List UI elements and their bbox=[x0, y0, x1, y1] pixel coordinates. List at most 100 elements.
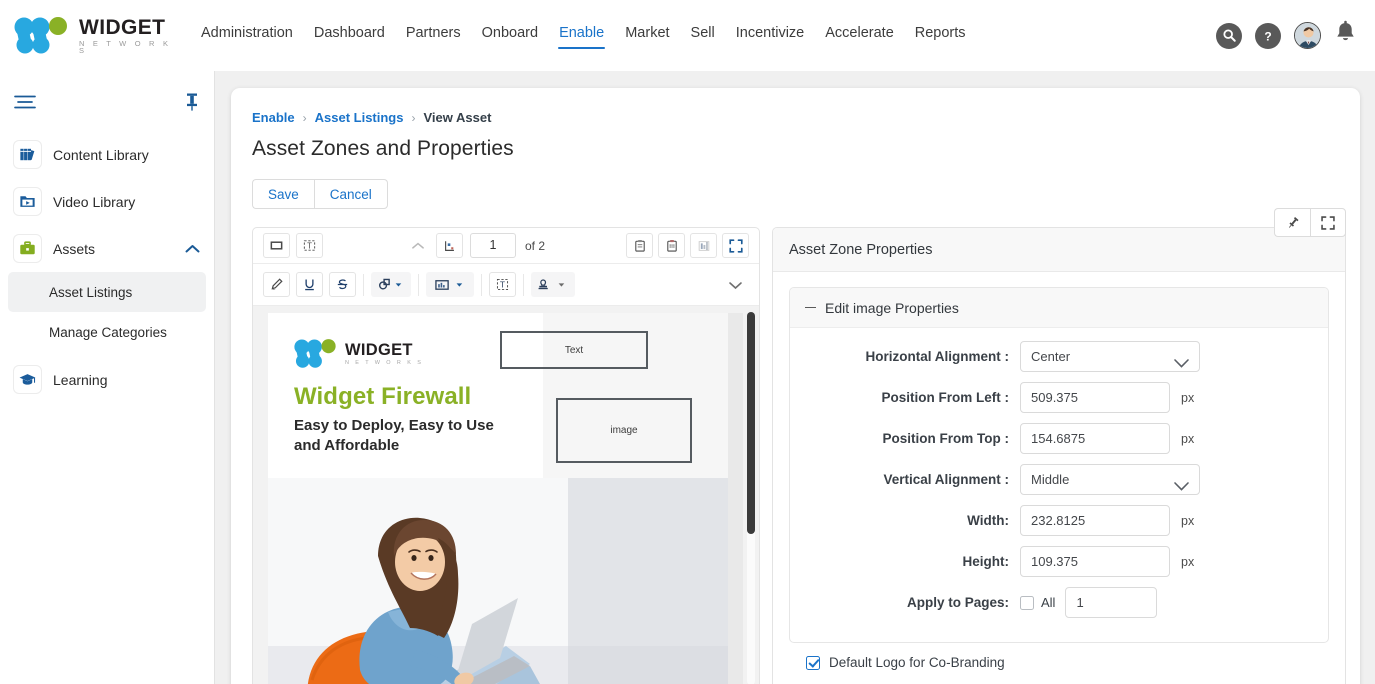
page-total-label: of 2 bbox=[525, 238, 546, 253]
cancel-button[interactable]: Cancel bbox=[313, 179, 388, 209]
sidebar-item-content-library[interactable]: Content Library bbox=[0, 131, 214, 178]
document-subheadline: Easy to Deploy, Easy to Use and Affordab… bbox=[294, 417, 494, 454]
widget-logo-icon bbox=[14, 16, 70, 55]
save-button[interactable]: Save bbox=[252, 179, 314, 209]
apply-all-label: All bbox=[1041, 595, 1056, 610]
nav-item-dashboard[interactable]: Dashboard bbox=[313, 22, 386, 49]
content-card: Enable › Asset Listings › View Asset Ass… bbox=[231, 88, 1360, 684]
briefcase-icon bbox=[14, 235, 41, 262]
unit-label: px bbox=[1181, 390, 1195, 405]
page-body: Content Library Video Library Assets Ass… bbox=[0, 71, 1375, 684]
sidebar-item-learning[interactable]: Learning bbox=[0, 356, 214, 403]
breadcrumb-separator-icon: › bbox=[302, 110, 307, 125]
field-width: Width: 232.8125 px bbox=[790, 505, 1310, 536]
text-zone-icon[interactable]: T bbox=[296, 233, 323, 258]
position-from-left-input[interactable]: 509.375 bbox=[1020, 382, 1170, 413]
document-scrollbar-thumb[interactable] bbox=[747, 312, 755, 534]
image-icon[interactable] bbox=[426, 272, 474, 297]
expand-card-button[interactable] bbox=[1310, 208, 1346, 237]
breadcrumb-item-asset-listings[interactable]: Asset Listings bbox=[315, 110, 404, 125]
nav-item-market[interactable]: Market bbox=[624, 22, 670, 49]
default-logo-cobranding-row: Default Logo for Co-Branding bbox=[789, 643, 1329, 670]
page-number-input[interactable]: 1 bbox=[470, 233, 516, 258]
image-zone[interactable]: image bbox=[556, 398, 692, 463]
sidebar-item-label: Assets bbox=[53, 240, 96, 257]
sidebar-subitem-label: Manage Categories bbox=[49, 324, 167, 340]
properties-field-list: Horizontal Alignment : Center Position F… bbox=[790, 328, 1328, 642]
svg-text:?: ? bbox=[1264, 29, 1271, 43]
apply-pages-input[interactable]: 1 bbox=[1065, 587, 1158, 618]
fullscreen-icon[interactable] bbox=[722, 233, 750, 258]
nav-item-accelerate[interactable]: Accelerate bbox=[824, 22, 895, 49]
pen-highlight-icon[interactable] bbox=[263, 272, 290, 297]
help-icon[interactable]: ? bbox=[1255, 22, 1281, 49]
sidebar-item-video-library[interactable]: Video Library bbox=[0, 178, 214, 225]
underline-icon[interactable] bbox=[296, 272, 323, 297]
collapse-dash-icon[interactable] bbox=[805, 306, 816, 309]
nav-item-onboard[interactable]: Onboard bbox=[481, 22, 539, 49]
shape-icon[interactable] bbox=[371, 272, 411, 297]
viewer-toolbar-top: T 1 of 2 bbox=[253, 228, 759, 264]
chevron-down-icon[interactable] bbox=[722, 272, 749, 297]
breadcrumb-separator-icon: › bbox=[411, 110, 416, 125]
hamburger-icon[interactable] bbox=[14, 94, 36, 115]
nav-item-enable[interactable]: Enable bbox=[558, 22, 606, 49]
position-from-top-input[interactable]: 154.6875 bbox=[1020, 423, 1170, 454]
pin-icon[interactable] bbox=[184, 92, 200, 117]
properties-panel-body: Edit image Properties Horizontal Alignme… bbox=[773, 272, 1345, 670]
nav-item-partners[interactable]: Partners bbox=[405, 22, 462, 49]
text-zone[interactable]: Text bbox=[500, 331, 648, 369]
graduation-cap-icon bbox=[14, 366, 41, 393]
chevron-up-icon[interactable] bbox=[185, 241, 200, 257]
vertical-alignment-select[interactable]: Middle bbox=[1020, 464, 1200, 495]
sidebar-item-assets[interactable]: Assets bbox=[0, 225, 214, 272]
strikethrough-icon[interactable] bbox=[329, 272, 356, 297]
notification-bell-icon[interactable] bbox=[1334, 20, 1357, 51]
paste-all-icon[interactable] bbox=[658, 233, 686, 258]
field-label: Apply to Pages: bbox=[906, 595, 1009, 610]
horizontal-alignment-select[interactable]: Center bbox=[1020, 341, 1200, 372]
width-input[interactable]: 232.8125 bbox=[1020, 505, 1170, 536]
stamp-icon[interactable] bbox=[531, 272, 575, 297]
field-position-from-left: Position From Left : 509.375 px bbox=[790, 382, 1310, 413]
top-header: WIDGET N E T W O R K S Administration Da… bbox=[0, 0, 1375, 71]
text-box-icon[interactable]: T bbox=[489, 272, 516, 297]
rectangle-zone-icon[interactable] bbox=[263, 233, 290, 258]
unit-label: px bbox=[1181, 513, 1195, 528]
document-canvas[interactable]: WIDGET N E T W O R K S Widget Firewall E… bbox=[253, 306, 759, 684]
field-horizontal-alignment: Horizontal Alignment : Center bbox=[790, 341, 1310, 372]
nav-item-administration[interactable]: Administration bbox=[200, 22, 294, 49]
chevron-down-icon bbox=[1173, 350, 1190, 379]
field-label: Vertical Alignment : bbox=[883, 472, 1009, 487]
breadcrumb-item-enable[interactable]: Enable bbox=[252, 110, 295, 125]
nav-item-sell[interactable]: Sell bbox=[690, 22, 716, 49]
default-logo-label: Default Logo for Co-Branding bbox=[829, 655, 1005, 670]
brand-name: WIDGET bbox=[79, 15, 166, 39]
field-label: Width: bbox=[967, 513, 1009, 528]
edit-image-properties-header[interactable]: Edit image Properties bbox=[790, 288, 1328, 328]
brand-tagline: N E T W O R K S bbox=[79, 38, 172, 55]
fit-page-icon[interactable] bbox=[436, 233, 463, 258]
search-icon[interactable] bbox=[1216, 22, 1242, 49]
asset-zone-properties-panel: Asset Zone Properties Edit image Propert… bbox=[772, 227, 1346, 684]
apply-all-checkbox[interactable] bbox=[1020, 595, 1034, 610]
page-title: Asset Zones and Properties bbox=[252, 137, 514, 160]
nav-item-reports[interactable]: Reports bbox=[914, 22, 967, 49]
default-logo-checkbox[interactable] bbox=[806, 655, 820, 670]
previous-page-button[interactable] bbox=[404, 233, 431, 258]
document-brand-tagline: N E T W O R K S bbox=[345, 360, 424, 367]
height-input[interactable]: 109.375 bbox=[1020, 546, 1170, 577]
field-label: Position From Left : bbox=[881, 390, 1010, 405]
document-viewer: T 1 of 2 T WIDGET N E T W O R K S Widget… bbox=[252, 227, 760, 684]
sidebar-item-manage-categories[interactable]: Manage Categories bbox=[8, 312, 206, 352]
field-apply-to-pages: Apply to Pages: All 1 bbox=[790, 587, 1310, 618]
sidebar-item-asset-listings[interactable]: Asset Listings bbox=[8, 272, 206, 312]
nav-item-incentivize[interactable]: Incentivize bbox=[735, 22, 806, 49]
align-icon[interactable] bbox=[690, 233, 718, 258]
paste-icon[interactable] bbox=[626, 233, 654, 258]
pin-card-button[interactable] bbox=[1274, 208, 1310, 237]
viewer-toolbar-bottom: T bbox=[253, 264, 759, 306]
avatar[interactable] bbox=[1294, 22, 1321, 49]
sidebar-item-label: Learning bbox=[53, 371, 108, 388]
brand-logo[interactable]: WIDGET N E T W O R K S bbox=[14, 15, 174, 55]
